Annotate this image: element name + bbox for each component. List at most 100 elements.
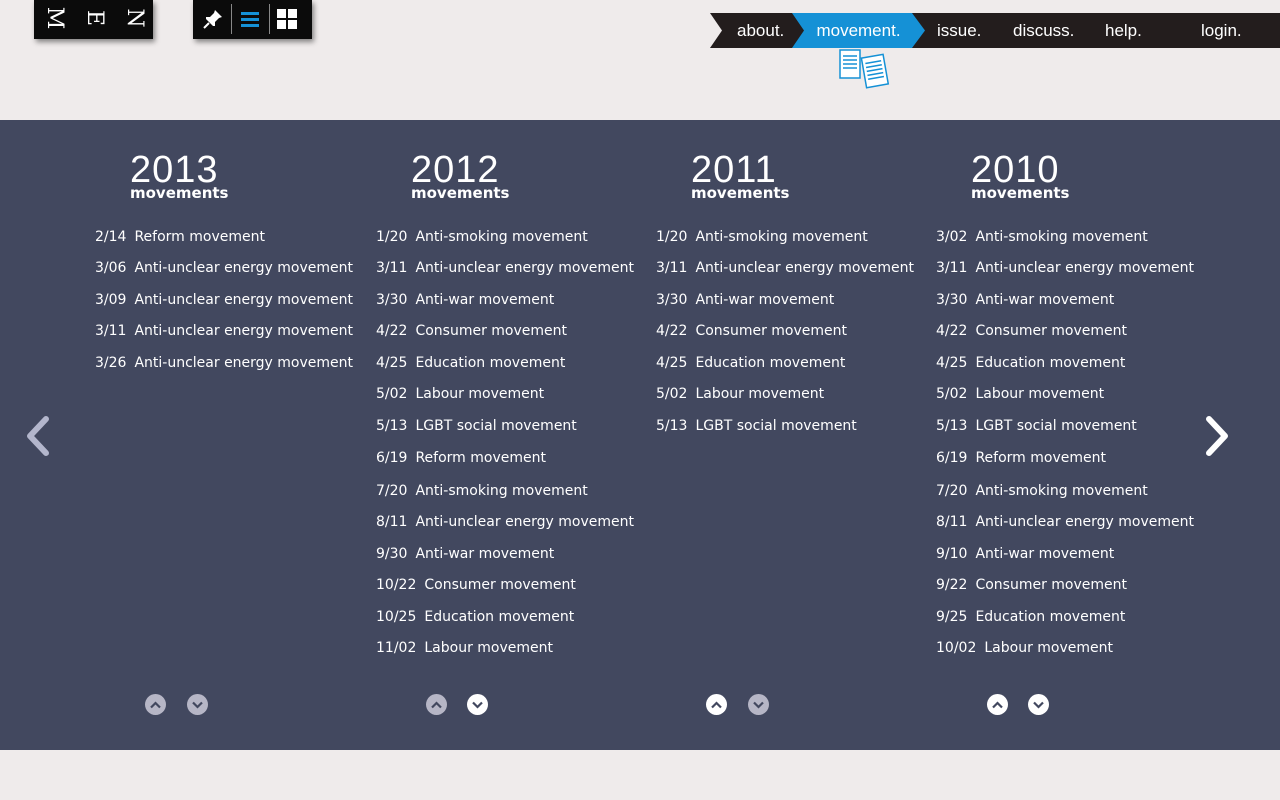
entry-label: Anti-smoking movement [695,229,868,245]
nav-movement[interactable]: movement. [792,13,925,48]
grid-view-icon[interactable] [274,6,300,32]
entry-label: Anti-war movement [695,292,835,308]
entry-date: 8/11 [376,514,408,530]
movement-entry[interactable]: 10/22 Consumer movement [376,576,576,594]
movement-entry[interactable]: 2/14 Reform movement [95,228,265,246]
movement-entry[interactable]: 6/19 Reform movement [376,449,546,467]
entry-label: LGBT social movement [695,418,857,434]
movement-entry[interactable]: 1/20 Anti-smoking movement [376,228,588,246]
menu-button[interactable]: M E N [34,0,153,39]
movement-entry[interactable]: 8/11 Anti-unclear energy movement [936,513,1194,531]
entry-label: Anti-war movement [975,546,1115,562]
movement-entry[interactable]: 3/26 Anti-unclear energy movement [95,354,353,372]
entry-date: 11/02 [376,640,417,656]
entry-date: 3/11 [376,260,408,276]
movement-entry[interactable]: 3/11 Anti-unclear energy movement [936,259,1194,277]
scroll-up-button[interactable] [706,694,727,715]
movement-entry[interactable]: 7/20 Anti-smoking movement [376,482,588,500]
scroll-down-button[interactable] [187,694,208,715]
entry-date: 8/11 [936,514,968,530]
entry-label: LGBT social movement [415,418,577,434]
scroll-up-button[interactable] [987,694,1008,715]
entry-date: 9/25 [936,609,968,625]
entry-date: 3/11 [95,323,127,339]
movement-entry[interactable]: 4/22 Consumer movement [936,322,1127,340]
movement-entry[interactable]: 3/30 Anti-war movement [936,291,1114,309]
nav-discuss[interactable]: discuss. [1013,13,1074,48]
movement-entry[interactable]: 5/13 LGBT social movement [656,417,857,435]
entry-label: Anti-unclear energy movement [415,260,635,276]
entry-date: 3/06 [95,260,127,276]
movement-entry[interactable]: 10/25 Education movement [376,608,574,626]
chevron-right-icon[interactable] [1203,415,1231,461]
movement-entry[interactable]: 7/20 Anti-smoking movement [936,482,1148,500]
entry-date: 5/13 [656,418,688,434]
entry-date: 3/11 [656,260,688,276]
entry-label: Anti-war movement [415,546,555,562]
nav-about[interactable]: about. [737,13,784,48]
entry-label: Education movement [695,355,846,371]
chevron-left-icon[interactable] [24,415,52,461]
entry-date: 3/30 [656,292,688,308]
nav-movement-label: movement. [816,21,901,40]
scroll-up-button[interactable] [426,694,447,715]
entry-date: 3/11 [936,260,968,276]
nav-issue[interactable]: issue. [937,13,981,48]
movement-entry[interactable]: 5/13 LGBT social movement [376,417,577,435]
entry-date: 1/20 [656,229,688,245]
nav-login[interactable]: login. [1201,13,1242,48]
pin-icon[interactable] [200,6,226,32]
movement-entry[interactable]: 5/02 Labour movement [936,385,1104,403]
entry-label: Anti-war movement [975,292,1115,308]
movement-entry[interactable]: 9/30 Anti-war movement [376,545,554,563]
entry-date: 2/14 [95,229,127,245]
entry-label: Education movement [975,609,1126,625]
movement-entry[interactable]: 5/13 LGBT social movement [936,417,1137,435]
movement-entry[interactable]: 9/22 Consumer movement [936,576,1127,594]
scroll-down-button[interactable] [748,694,769,715]
movement-entry[interactable]: 11/02 Labour movement [376,639,553,657]
movement-entry[interactable]: 4/25 Education movement [936,354,1125,372]
movement-entry[interactable]: 9/25 Education movement [936,608,1125,626]
list-view-icon[interactable] [237,6,263,32]
year-subheading: movements [130,184,229,202]
movement-entry[interactable]: 4/25 Education movement [376,354,565,372]
main-nav: about. issue. discuss. help. login. [710,13,1280,48]
movement-entry[interactable]: 1/20 Anti-smoking movement [656,228,868,246]
movement-entry[interactable]: 5/02 Labour movement [376,385,544,403]
entry-date: 3/30 [376,292,408,308]
entry-label: Consumer movement [415,323,568,339]
entry-date: 7/20 [936,483,968,499]
entry-date: 5/13 [936,418,968,434]
movement-entry[interactable]: 3/11 Anti-unclear energy movement [656,259,914,277]
entry-label: Reform movement [415,450,546,466]
nav-help[interactable]: help. [1105,13,1142,48]
movement-entry[interactable]: 8/11 Anti-unclear energy movement [376,513,634,531]
movement-entry[interactable]: 3/30 Anti-war movement [656,291,834,309]
entry-label: Consumer movement [695,323,848,339]
movement-entry[interactable]: 5/02 Labour movement [656,385,824,403]
movement-entry[interactable]: 6/19 Reform movement [936,449,1106,467]
entry-date: 1/20 [376,229,408,245]
movement-entry[interactable]: 3/06 Anti-unclear energy movement [95,259,353,277]
movement-entry[interactable]: 3/11 Anti-unclear energy movement [95,322,353,340]
movement-entry[interactable]: 4/22 Consumer movement [376,322,567,340]
entry-label: Reform movement [975,450,1106,466]
movement-entry[interactable]: 4/25 Education movement [656,354,845,372]
movement-entry[interactable]: 3/11 Anti-unclear energy movement [376,259,634,277]
movement-entry[interactable]: 3/09 Anti-unclear energy movement [95,291,353,309]
menu-letter: N [122,8,147,28]
entry-label: Anti-smoking movement [415,483,588,499]
movement-entry[interactable]: 9/10 Anti-war movement [936,545,1114,563]
scroll-down-button[interactable] [467,694,488,715]
movement-entry[interactable]: 10/02 Labour movement [936,639,1113,657]
movement-entry[interactable]: 4/22 Consumer movement [656,322,847,340]
entry-label: Anti-smoking movement [975,229,1148,245]
movement-entry[interactable]: 3/30 Anti-war movement [376,291,554,309]
movement-entry[interactable]: 3/02 Anti-smoking movement [936,228,1148,246]
scroll-down-button[interactable] [1028,694,1049,715]
toolbar-divider [231,4,232,34]
scroll-up-button[interactable] [145,694,166,715]
entry-date: 10/02 [936,640,977,656]
entry-date: 4/25 [376,355,408,371]
